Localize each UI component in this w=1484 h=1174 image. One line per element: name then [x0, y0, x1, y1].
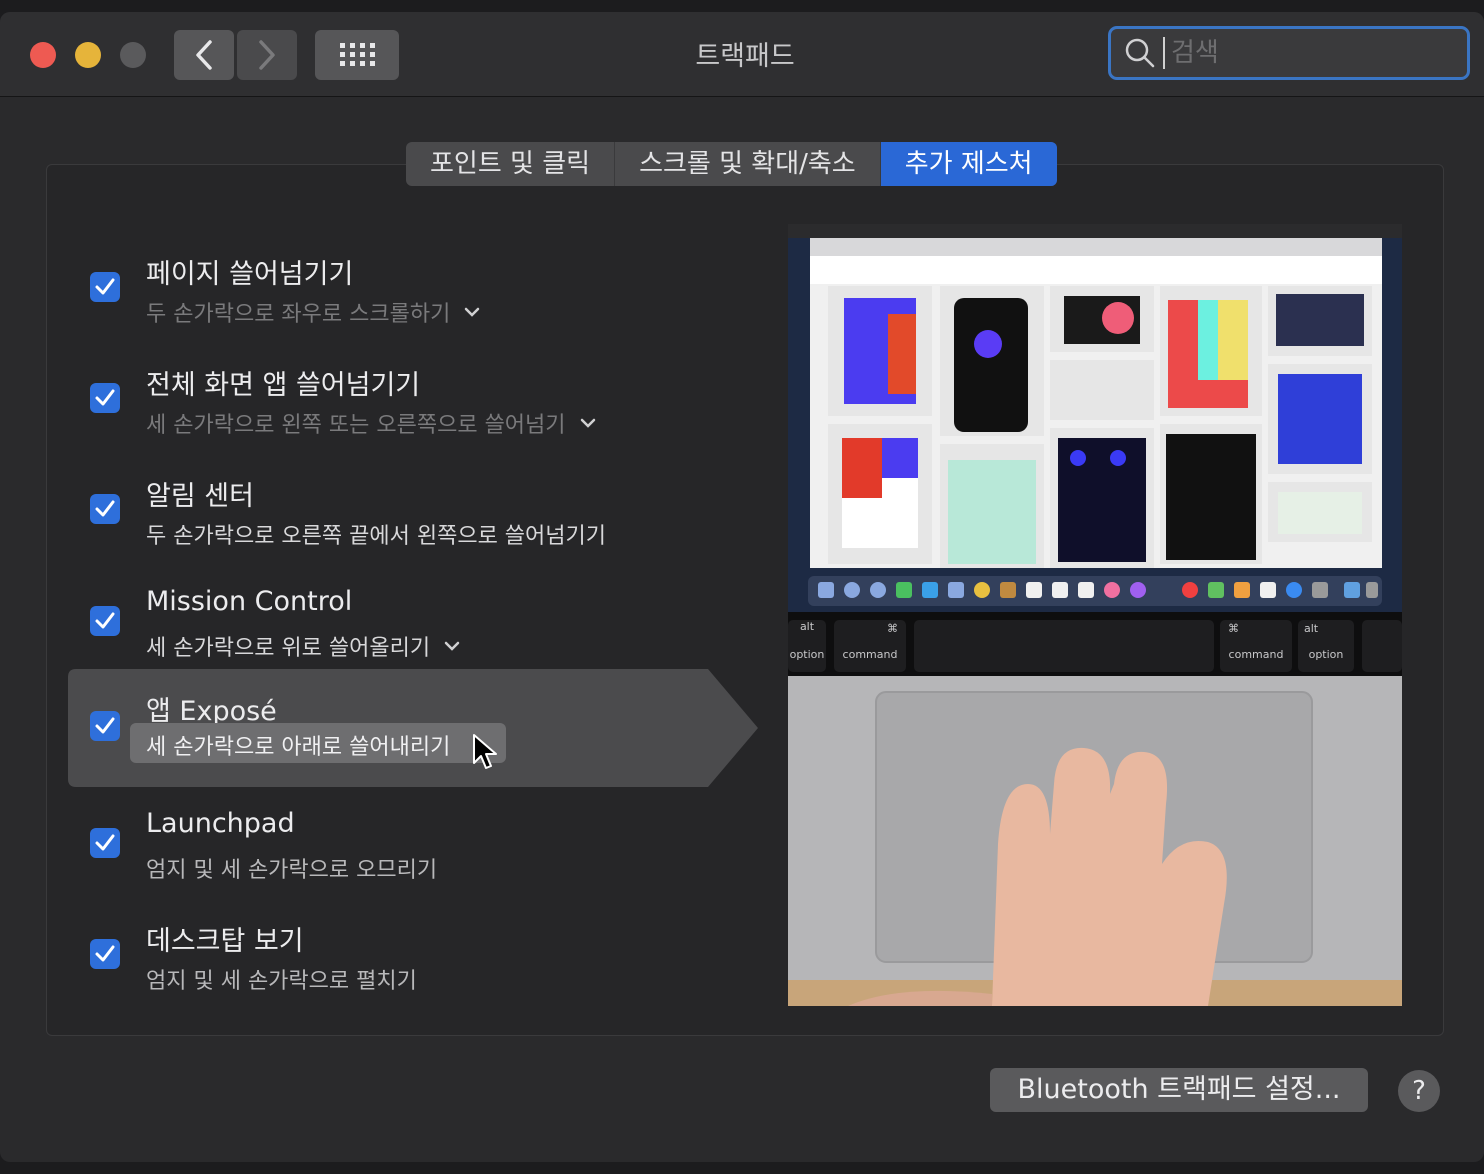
show-all-button[interactable] [315, 30, 399, 80]
checkmark-icon [95, 945, 115, 962]
minimize-button[interactable] [75, 42, 101, 68]
gesture-subtitle: 세 손가락으로 위로 쓸어올리기 [146, 636, 431, 661]
gesture-option[interactable]: 두 손가락으로 좌우로 스크롤하기 [146, 296, 480, 328]
checkmark-icon [95, 389, 115, 406]
gesture-launchpad[interactable]: Launchpad 엄지 및 세 손가락으로 오므리기 [68, 794, 758, 906]
gesture-option[interactable]: 세 손가락으로 왼쪽 또는 오른쪽으로 쓸어넘기 [146, 407, 596, 439]
bluetooth-trackpad-setup-button[interactable]: Bluetooth 트랙패드 설정... [990, 1068, 1368, 1112]
search-icon [1125, 38, 1155, 68]
search-input[interactable] [1171, 38, 1461, 68]
key-option-left: alt option [789, 620, 825, 661]
gesture-subtitle: 두 손가락으로 좌우로 스크롤하기 [146, 302, 451, 327]
checkmark-icon [95, 717, 115, 734]
search-field[interactable] [1108, 26, 1470, 80]
tab-point-and-click[interactable]: 포인트 및 클릭 [406, 142, 616, 186]
checkbox[interactable] [90, 272, 120, 302]
checkmark-icon [95, 278, 115, 295]
tab-scroll-and-zoom[interactable]: 스크롤 및 확대/축소 [615, 142, 881, 186]
checkmark-icon [95, 500, 115, 517]
chevron-left-icon [196, 40, 212, 70]
gesture-show-desktop[interactable]: 데스크탑 보기 엄지 및 세 손가락으로 펼치기 [68, 905, 758, 1017]
gesture-subtitle: 세 손가락으로 아래로 쓸어내리기 [146, 735, 451, 760]
gesture-title: 전체 화면 앱 쓸어넘기기 [146, 370, 421, 401]
forward-button[interactable] [237, 30, 297, 80]
checkbox[interactable] [90, 939, 120, 969]
chevron-down-icon [444, 641, 460, 651]
key-option-right: alt option [1304, 622, 1344, 661]
gesture-option[interactable]: 세 손가락으로 위로 쓸어올리기 [146, 630, 460, 662]
gesture-subtitle: 엄지 및 세 손가락으로 펼치기 [146, 969, 417, 994]
window-title: 트랙패드 [695, 41, 795, 72]
checkbox[interactable] [90, 383, 120, 413]
checkmark-icon [95, 834, 115, 851]
grid-icon [340, 43, 375, 66]
chevron-down-icon [465, 307, 480, 317]
chevron-down-icon [580, 418, 595, 428]
mouse-cursor-icon [473, 734, 497, 769]
checkbox[interactable] [90, 828, 120, 858]
checkbox[interactable] [90, 606, 120, 636]
gesture-notification-center[interactable]: 알림 센터 두 손가락으로 오른쪽 끝에서 왼쪽으로 쓸어넘기기 [68, 460, 758, 572]
text-caret [1163, 37, 1165, 69]
close-button[interactable] [30, 42, 56, 68]
gesture-title: Launchpad [146, 808, 295, 839]
title-bar: 트랙패드 [0, 12, 1484, 97]
gesture-title: 데스크탑 보기 [146, 926, 304, 957]
checkbox[interactable] [90, 711, 120, 741]
gesture-subtitle: 세 손가락으로 왼쪽 또는 오른쪽으로 쓸어넘기 [146, 413, 566, 438]
tab-more-gestures[interactable]: 추가 제스처 [880, 142, 1057, 186]
zoom-button[interactable] [120, 42, 146, 68]
key-command-right: ⌘ command [1228, 622, 1284, 661]
gesture-title: Mission Control [146, 586, 353, 617]
preferences-window: 트랙패드 포인트 및 클릭 스크롤 및 확대/축소 추가 제스처 페이지 쓸어넘… [0, 12, 1484, 1162]
gesture-title: 페이지 쓸어넘기기 [146, 259, 354, 290]
gesture-preview-video: alt option ⌘ command ⌘ command alt option [788, 224, 1402, 1006]
gesture-swipe-fullscreen-apps[interactable]: 전체 화면 앱 쓸어넘기기 세 손가락으로 왼쪽 또는 오른쪽으로 쓸어넘기 [68, 349, 758, 461]
gesture-title: 알림 센터 [146, 481, 254, 512]
back-button[interactable] [174, 30, 234, 80]
checkbox[interactable] [90, 494, 120, 524]
gesture-app-expose[interactable]: 앱 Exposé 세 손가락으로 아래로 쓸어내리기 [68, 669, 758, 787]
help-button[interactable]: ? [1398, 1070, 1440, 1112]
key-command-left: ⌘ command [842, 622, 898, 661]
gesture-swipe-pages[interactable]: 페이지 쓸어넘기기 두 손가락으로 좌우로 스크롤하기 [68, 238, 758, 350]
preview-illustration [788, 224, 1402, 1006]
gesture-mission-control[interactable]: Mission Control 세 손가락으로 위로 쓸어올리기 [68, 572, 758, 684]
gesture-subtitle: 두 손가락으로 오른쪽 끝에서 왼쪽으로 쓸어넘기기 [146, 524, 607, 549]
checkmark-icon [95, 612, 115, 629]
gesture-subtitle: 엄지 및 세 손가락으로 오므리기 [146, 858, 438, 883]
tab-bar: 포인트 및 클릭 스크롤 및 확대/축소 추가 제스처 [406, 142, 1057, 186]
chevron-right-icon [259, 40, 275, 70]
